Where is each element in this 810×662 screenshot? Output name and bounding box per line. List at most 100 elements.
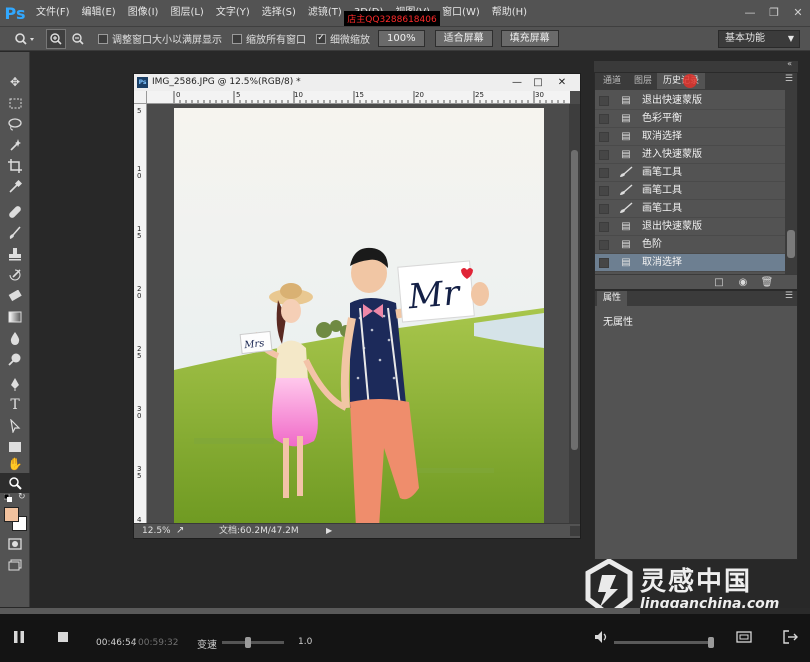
history-snapshot-checkbox[interactable] xyxy=(599,240,609,250)
zoom-100-button[interactable]: 100% xyxy=(378,30,425,47)
volume-icon[interactable] xyxy=(592,630,612,650)
menu-select[interactable]: 选择(S) xyxy=(256,0,302,26)
foreground-color-swatch[interactable] xyxy=(4,507,19,522)
panel-menu-icon[interactable]: ☰ xyxy=(785,74,793,84)
healing-brush-tool-icon[interactable] xyxy=(0,202,30,222)
playback-progress-bar[interactable] xyxy=(0,608,810,614)
speed-slider-handle[interactable] xyxy=(245,637,251,648)
crop-tool-icon[interactable] xyxy=(0,156,30,176)
horizontal-ruler[interactable]: 0 5 10 15 20 25 30 xyxy=(147,91,570,104)
default-colors-icon[interactable] xyxy=(3,493,12,502)
vertical-scrollbar-thumb[interactable] xyxy=(571,150,578,450)
history-item-selected[interactable]: ▤ 取消选择 xyxy=(595,254,785,272)
minimize-icon[interactable]: — xyxy=(738,2,762,22)
history-item[interactable]: 画笔工具 xyxy=(595,200,785,218)
zoom-in-icon[interactable] xyxy=(46,28,66,49)
camera-icon[interactable]: ◉ xyxy=(735,276,751,289)
history-snapshot-checkbox[interactable] xyxy=(599,258,609,268)
ruler-origin[interactable] xyxy=(134,91,147,104)
history-item[interactable]: 画笔工具 xyxy=(595,182,785,200)
path-selection-tool-icon[interactable] xyxy=(0,416,30,436)
blur-tool-icon[interactable] xyxy=(0,328,30,348)
menu-filter[interactable]: 滤镜(T) xyxy=(302,0,348,26)
menu-help[interactable]: 帮助(H) xyxy=(486,0,533,26)
restore-icon[interactable]: ❐ xyxy=(762,2,786,22)
history-snapshot-checkbox[interactable] xyxy=(599,204,609,214)
doc-maximize-icon[interactable]: □ xyxy=(528,74,548,91)
history-brush-tool-icon[interactable] xyxy=(0,265,30,285)
clone-stamp-tool-icon[interactable] xyxy=(0,244,30,264)
pen-tool-icon[interactable] xyxy=(0,374,30,394)
panel-collapse-bar[interactable]: « xyxy=(594,59,798,72)
volume-slider-handle[interactable] xyxy=(708,637,714,648)
type-tool-icon[interactable]: T xyxy=(0,395,30,415)
pause-icon[interactable] xyxy=(8,630,30,650)
history-item[interactable]: ▤ 退出快速蒙版 xyxy=(595,218,785,236)
zoom-level[interactable]: 12.5% xyxy=(142,524,171,538)
speed-slider-track[interactable] xyxy=(222,641,284,644)
volume-slider-track[interactable] xyxy=(614,641,714,644)
zoom-all-windows-checkbox[interactable]: 缩放所有窗口 xyxy=(232,31,306,46)
zoom-all-checkbox-box[interactable] xyxy=(232,33,242,44)
scrubby-zoom-checkbox[interactable]: ✓ 细微缩放 xyxy=(316,31,370,46)
history-snapshot-checkbox[interactable] xyxy=(599,132,609,142)
stop-icon[interactable] xyxy=(52,630,74,650)
workspace-select[interactable]: 基本功能 ▼ xyxy=(718,30,800,48)
history-item[interactable]: ▤ 退出快速蒙版 xyxy=(595,92,785,110)
magic-wand-tool-icon[interactable] xyxy=(0,135,30,155)
history-snapshot-checkbox[interactable] xyxy=(599,150,609,160)
doc-close-icon[interactable]: ✕ xyxy=(552,74,572,91)
menu-file[interactable]: 文件(F) xyxy=(30,0,76,26)
brush-tool-icon[interactable] xyxy=(0,223,30,243)
canvas-area[interactable]: Mrs Mr xyxy=(147,104,570,523)
fill-screen-button[interactable]: 填充屏幕 xyxy=(500,30,559,47)
hand-tool-icon[interactable]: ✋ xyxy=(0,454,30,474)
gradient-tool-icon[interactable] xyxy=(0,307,30,327)
eraser-tool-icon[interactable] xyxy=(0,286,30,306)
status-menu-arrow-icon[interactable]: ▶ xyxy=(326,524,332,538)
menu-image[interactable]: 图像(I) xyxy=(122,0,165,26)
fit-screen-button[interactable]: 适合屏幕 xyxy=(434,30,493,47)
menu-edit[interactable]: 编辑(E) xyxy=(76,0,122,26)
zoom-tool-icon[interactable] xyxy=(0,473,30,493)
history-snapshot-checkbox[interactable] xyxy=(599,96,609,106)
history-snapshot-checkbox[interactable] xyxy=(599,222,609,232)
trash-icon[interactable]: 🗑 xyxy=(759,276,775,289)
vertical-scrollbar[interactable] xyxy=(569,104,580,523)
tab-history[interactable]: 历史记录 xyxy=(657,73,706,89)
history-item[interactable]: ▤ 色阶 xyxy=(595,236,785,254)
zoom-tool-preset-icon[interactable] xyxy=(12,29,38,49)
document-tab[interactable]: Ps IMG_2586.JPG @ 12.5%(RGB/8) * — □ ✕ xyxy=(134,74,580,91)
new-document-from-state-icon[interactable]: □ xyxy=(711,276,727,289)
exit-icon[interactable] xyxy=(780,630,802,650)
doc-minimize-icon[interactable]: — xyxy=(507,74,527,91)
history-snapshot-checkbox[interactable] xyxy=(599,168,609,178)
history-scrollbar[interactable] xyxy=(785,90,797,274)
menu-type[interactable]: 文字(Y) xyxy=(210,0,256,26)
tab-channels[interactable]: 通道 xyxy=(597,73,627,89)
eyedropper-tool-icon[interactable] xyxy=(0,177,30,197)
lasso-tool-icon[interactable] xyxy=(0,114,30,134)
fullscreen-icon[interactable] xyxy=(733,630,755,650)
menu-layer[interactable]: 图层(L) xyxy=(164,0,209,26)
panel-menu-icon[interactable]: ☰ xyxy=(785,291,793,301)
screen-mode-icon[interactable] xyxy=(0,555,30,575)
history-snapshot-checkbox[interactable] xyxy=(599,186,609,196)
export-icon[interactable]: ↗ xyxy=(176,524,184,538)
marquee-tool-icon[interactable] xyxy=(0,93,30,113)
history-item[interactable]: ▤ 取消选择 xyxy=(595,128,785,146)
resize-windows-checkbox-box[interactable] xyxy=(98,33,108,44)
history-item[interactable]: ▤ 色彩平衡 xyxy=(595,110,785,128)
history-scrollbar-thumb[interactable] xyxy=(787,230,795,258)
resize-windows-checkbox[interactable]: 调整窗口大小以满屏显示 xyxy=(98,31,222,46)
history-snapshot-checkbox[interactable] xyxy=(599,114,609,124)
swap-colors-icon[interactable]: ↻ xyxy=(18,492,26,502)
scrubby-zoom-checkbox-box[interactable]: ✓ xyxy=(316,33,326,44)
move-tool-icon[interactable]: ✥ xyxy=(0,72,30,92)
dodge-tool-icon[interactable] xyxy=(0,349,30,369)
close-icon[interactable]: ✕ xyxy=(786,2,810,22)
tab-properties[interactable]: 属性 xyxy=(597,291,628,306)
history-item[interactable]: 画笔工具 xyxy=(595,164,785,182)
history-item[interactable]: ▤ 进入快速蒙版 xyxy=(595,146,785,164)
tab-layers[interactable]: 图层 xyxy=(628,73,658,89)
